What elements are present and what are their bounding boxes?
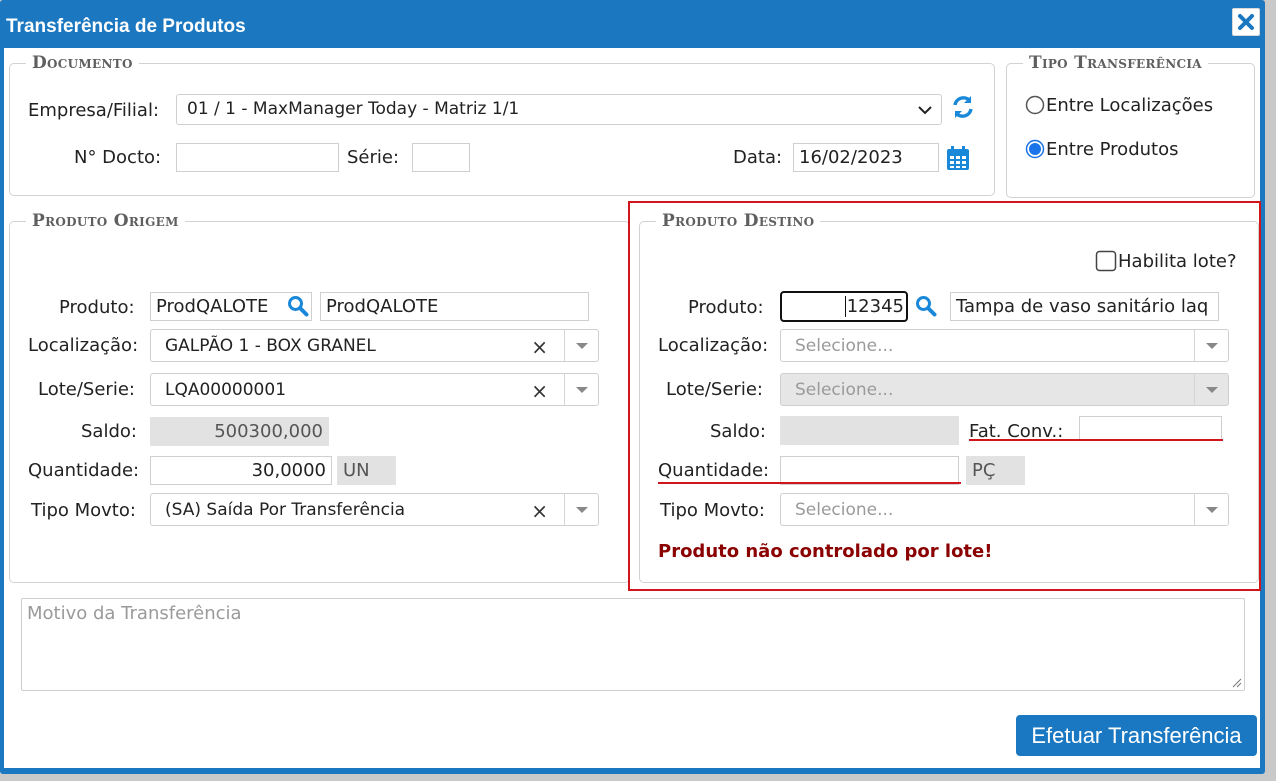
origem-produto-desc[interactable]: ProdQALOTE — [320, 292, 589, 321]
tipo-transferencia-section: Tipo Transferência — [1006, 53, 1255, 198]
data-label: Data: — [733, 147, 783, 168]
origem-unidade: UN — [337, 456, 396, 485]
origem-localizacao-select[interactable]: GALPÃO 1 - BOX GRANEL × — [150, 329, 599, 362]
radio-checked-icon — [1025, 139, 1045, 159]
dropdown-arrow-icon[interactable] — [1194, 494, 1228, 525]
motivo-placeholder: Motivo da Transferência — [27, 603, 242, 624]
destino-quantidade-label: Quantidade: — [658, 460, 770, 481]
radio-entre-localizacoes[interactable]: Entre Localizações — [1025, 94, 1213, 116]
tipo-legend: Tipo Transferência — [1029, 53, 1202, 73]
origem-tipo-movto-select[interactable]: (SA) Saída Por Transferência × — [150, 493, 599, 526]
dropdown-arrow-icon[interactable] — [564, 330, 598, 361]
docto-input[interactable] — [176, 143, 339, 172]
destino-localizacao-label: Localização: — [658, 335, 769, 356]
close-button[interactable] — [1232, 8, 1260, 36]
dropdown-arrow-icon[interactable] — [1194, 374, 1228, 405]
destino-localizacao-placeholder: Selecione... — [795, 336, 894, 356]
empresa-label: Empresa/Filial: — [28, 100, 160, 121]
origem-produto-code: ProdQALOTE — [156, 296, 269, 317]
dialog-title: Transferência de Produtos — [6, 16, 246, 37]
origem-saldo-label: Saldo: — [81, 421, 137, 442]
destino-produto-label: Produto: — [688, 297, 764, 318]
origem-produto-label: Produto: — [59, 297, 135, 318]
resize-grip-icon[interactable] — [1232, 678, 1242, 688]
origem-legend: Produto Origem — [32, 211, 179, 231]
habilita-lote-label: Habilita lote? — [1118, 250, 1237, 272]
empresa-value: 01 / 1 - MaxManager Today - Matriz 1/1 — [187, 99, 520, 119]
radio-label-localizacoes: Entre Localizações — [1046, 94, 1214, 116]
chevron-down-icon — [918, 106, 932, 115]
origem-tipo-movto-label: Tipo Movto: — [31, 500, 136, 521]
destino-legend: Produto Destino — [662, 211, 815, 231]
efetuar-transferencia-button[interactable]: Efetuar Transferência — [1016, 715, 1257, 756]
checkbox-unchecked-icon — [1095, 250, 1117, 272]
docto-label: N° Docto: — [74, 147, 162, 168]
destino-tipo-movto-select[interactable]: Selecione... — [780, 493, 1229, 526]
calendar-icon[interactable] — [946, 145, 970, 171]
radio-unchecked-icon — [1025, 95, 1045, 115]
clear-icon[interactable]: × — [531, 335, 548, 359]
documento-legend: Documento — [32, 53, 133, 73]
origem-lote-value: LQA00000001 — [165, 380, 287, 400]
dropdown-arrow-icon[interactable] — [564, 494, 598, 525]
origem-tipo-movto-value: (SA) Saída Por Transferência — [165, 500, 406, 520]
close-icon — [1238, 14, 1254, 30]
search-icon[interactable] — [915, 295, 937, 317]
destino-unidade: PÇ — [966, 456, 1025, 485]
destino-produto-desc[interactable]: Tampa de vaso sanitário laq — [950, 292, 1219, 321]
dialog-body: Documento Empresa/Filial: 01 / 1 - MaxMa… — [4, 48, 1261, 768]
destino-lote-select[interactable]: Selecione... — [780, 373, 1229, 406]
destino-tipo-movto-placeholder: Selecione... — [795, 500, 894, 520]
fat-conv-underline — [969, 439, 1223, 441]
destino-saldo-value — [780, 416, 959, 445]
error-message: Produto não controlado por lote! — [658, 541, 993, 562]
origem-saldo-value: 500300,000 — [150, 417, 329, 446]
quantidade-underline — [658, 482, 961, 484]
dropdown-arrow-icon[interactable] — [1194, 330, 1228, 361]
empresa-select[interactable]: 01 / 1 - MaxManager Today - Matriz 1/1 — [176, 94, 942, 125]
origem-quantidade-input[interactable]: 30,0000 — [150, 456, 332, 485]
destino-tipo-movto-label: Tipo Movto: — [660, 500, 765, 521]
fat-conv-input[interactable] — [1079, 416, 1222, 441]
data-input[interactable]: 16/02/2023 — [793, 143, 939, 172]
transfer-dialog: Transferência de Produtos Documento Empr… — [0, 0, 1265, 774]
clear-icon[interactable]: × — [531, 499, 548, 523]
serie-label: Série: — [347, 147, 400, 168]
dropdown-arrow-icon[interactable] — [564, 374, 598, 405]
destino-produto-code-input[interactable]: 12345 — [780, 291, 908, 322]
destino-produto-code: 12345 — [844, 296, 904, 317]
serie-input[interactable] — [412, 143, 470, 172]
radio-entre-produtos[interactable]: Entre Produtos — [1025, 138, 1178, 160]
search-icon[interactable] — [287, 295, 309, 317]
destino-lote-label: Lote/Serie: — [666, 379, 763, 400]
habilita-lote-checkbox[interactable]: Habilita lote? — [1095, 249, 1237, 273]
refresh-icon[interactable] — [950, 94, 976, 120]
origem-lote-label: Lote/Serie: — [38, 379, 135, 400]
radio-label-produtos: Entre Produtos — [1046, 138, 1179, 160]
destino-saldo-label: Saldo: — [710, 421, 766, 442]
destino-quantidade-input[interactable] — [780, 456, 959, 485]
destino-localizacao-select[interactable]: Selecione... — [780, 329, 1229, 362]
motivo-textarea[interactable]: Motivo da Transferência — [21, 598, 1245, 691]
origem-localizacao-value: GALPÃO 1 - BOX GRANEL — [165, 336, 376, 356]
clear-icon[interactable]: × — [531, 379, 548, 403]
origem-quantidade-label: Quantidade: — [28, 460, 140, 481]
origem-lote-select[interactable]: LQA00000001 × — [150, 373, 599, 406]
destino-lote-placeholder: Selecione... — [795, 380, 894, 400]
origem-localizacao-label: Localização: — [28, 335, 139, 356]
